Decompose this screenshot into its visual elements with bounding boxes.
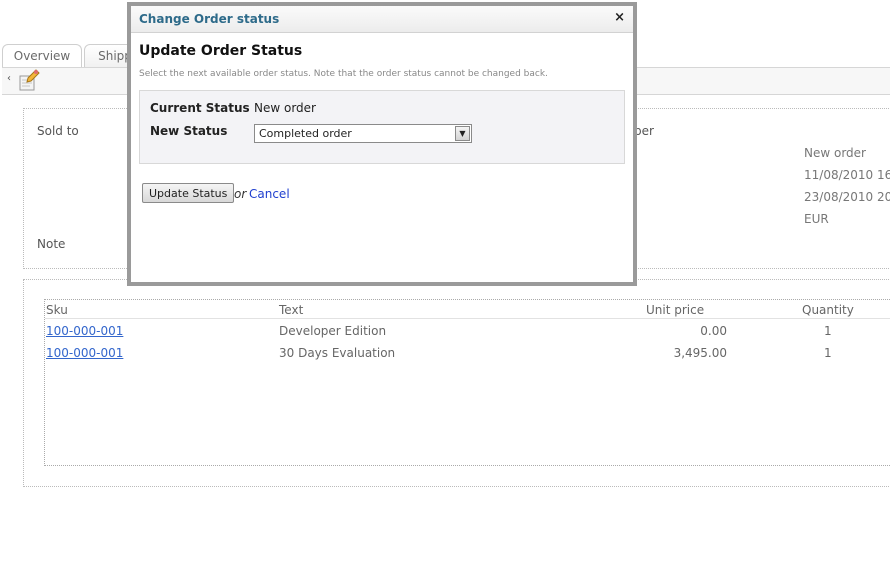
sku-link[interactable]: 100-000-001	[46, 346, 123, 360]
current-status-value: New order	[254, 101, 316, 115]
new-status-select[interactable]: Completed order ▼	[254, 124, 472, 143]
column-header-unit-price: Unit price	[646, 303, 705, 317]
dialog-heading: Update Order Status	[139, 43, 303, 59]
cancel-link[interactable]: Cancel	[249, 187, 290, 201]
current-status-label: Current Status	[150, 101, 250, 115]
order-currency-value: EUR	[804, 212, 829, 226]
change-order-status-dialog: Change Order status × Update Order Statu…	[127, 2, 637, 286]
edit-order-icon[interactable]	[16, 68, 40, 92]
item-text: 30 Days Evaluation	[279, 346, 396, 360]
update-status-button[interactable]: Update Status	[142, 183, 235, 203]
table-header: Sku Text Unit price Quantity	[45, 300, 890, 319]
column-header-sku: Sku	[46, 303, 68, 317]
dialog-title: Change Order status	[139, 12, 280, 26]
item-quantity: 1	[824, 346, 832, 360]
item-text: Developer Edition	[279, 324, 387, 338]
new-status-selected: Completed order	[259, 127, 352, 140]
back-arrow-icon[interactable]: ‹	[7, 73, 11, 84]
dialog-hint: Select the next available order status. …	[139, 69, 548, 79]
order-status-value: New order	[804, 146, 866, 160]
close-icon[interactable]: ×	[614, 10, 625, 25]
item-unit-price: 3,495.00	[673, 346, 727, 360]
item-quantity: 1	[824, 324, 832, 338]
tab-overview[interactable]: Overview	[2, 44, 82, 67]
order-created-value: 11/08/2010 16:4	[804, 168, 890, 182]
new-status-label: New Status	[150, 124, 228, 138]
item-unit-price: 0.00	[700, 324, 727, 338]
or-text: or	[234, 187, 247, 201]
order-items-table: Sku Text Unit price Quantity 100-000-001…	[44, 299, 890, 466]
chevron-down-icon[interactable]: ▼	[455, 126, 470, 141]
order-modified-value: 23/08/2010 20:4	[804, 190, 890, 204]
dialog-titlebar[interactable]: Change Order status ×	[131, 6, 633, 33]
column-header-quantity: Quantity	[802, 303, 854, 317]
status-form: Current Status New order New Status Comp…	[139, 90, 625, 164]
column-header-text: Text	[279, 303, 304, 317]
note-label: Note	[37, 237, 66, 251]
sold-to-label: Sold to	[37, 124, 79, 138]
sku-link[interactable]: 100-000-001	[46, 324, 123, 338]
